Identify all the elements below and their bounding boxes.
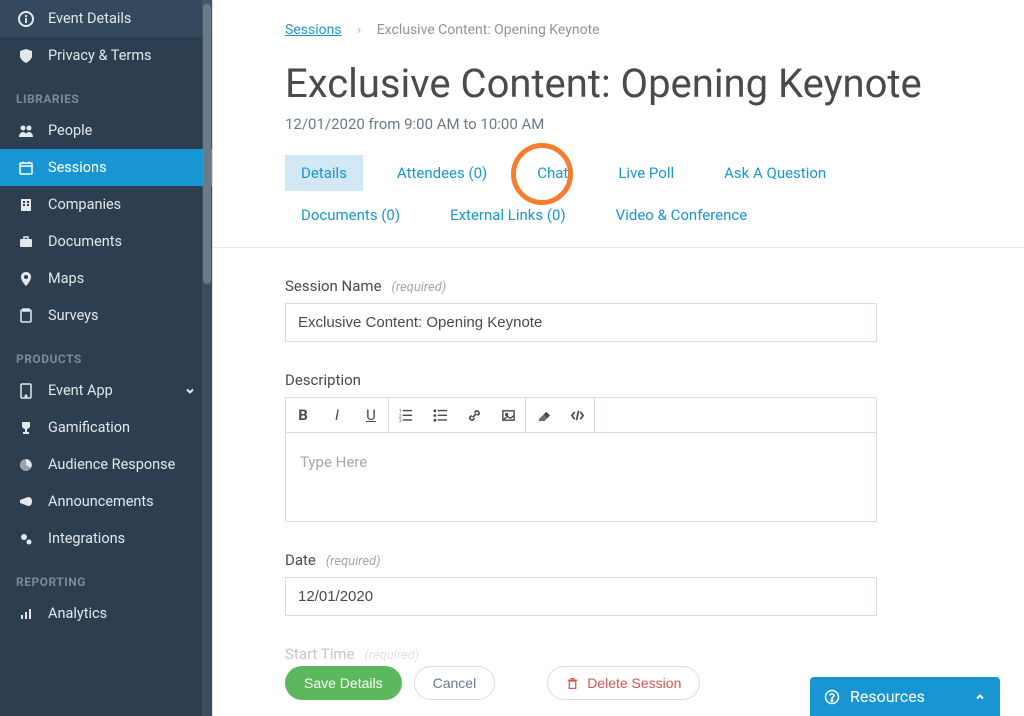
sidebar-item-surveys[interactable]: Surveys [0, 297, 212, 334]
breadcrumb-current: Exclusive Content: Opening Keynote [377, 22, 600, 38]
chart-icon [16, 606, 36, 622]
info-icon [16, 11, 36, 27]
resources-widget[interactable]: Resources [810, 677, 1000, 716]
description-label: Description [285, 371, 361, 389]
sidebar-item-label: Analytics [48, 605, 107, 622]
chevron-right-icon: › [357, 22, 361, 38]
sidebar-item-audience-response[interactable]: Audience Response [0, 446, 212, 483]
sidebar-item-label: Integrations [48, 530, 125, 547]
sidebar-item-label: Privacy & Terms [48, 47, 152, 64]
sidebar-item-label: People [48, 122, 92, 139]
resources-label: Resources [850, 687, 925, 706]
sidebar-header-libraries: LIBRARIES [0, 74, 212, 112]
pie-icon [16, 457, 36, 473]
sidebar-item-label: Companies [48, 196, 121, 213]
tab-external-links[interactable]: External Links (0) [434, 197, 582, 233]
sidebar-item-sessions[interactable]: Sessions [0, 149, 212, 186]
tab-video-conference[interactable]: Video & Conference [600, 197, 764, 233]
trophy-icon [16, 420, 36, 436]
tab-ask-question[interactable]: Ask A Question [708, 155, 842, 191]
code-icon[interactable] [560, 398, 594, 432]
link-icon[interactable] [457, 398, 491, 432]
sidebar-item-label: Gamification [48, 419, 130, 436]
delete-button[interactable]: Delete Session [547, 666, 700, 700]
sidebar-item-label: Event App [48, 382, 113, 399]
sidebar-item-label: Documents [48, 233, 122, 250]
eraser-icon[interactable] [526, 398, 560, 432]
pin-icon [16, 271, 36, 287]
svg-text:3: 3 [399, 418, 402, 423]
sidebar-item-announcements[interactable]: Announcements [0, 483, 212, 520]
delete-label: Delete Session [587, 675, 681, 691]
main-content: Sessions › Exclusive Content: Opening Ke… [212, 0, 1024, 716]
date-input[interactable] [285, 577, 877, 616]
calendar-icon [16, 160, 36, 176]
sidebar-item-integrations[interactable]: Integrations [0, 520, 212, 557]
sidebar-item-privacy-terms[interactable]: Privacy & Terms [0, 37, 212, 74]
sidebar-item-companies[interactable]: Companies [0, 186, 212, 223]
ordered-list-icon[interactable]: 123 [389, 398, 423, 432]
sidebar-item-label: Sessions [48, 159, 107, 176]
required-indicator: (required) [326, 554, 381, 569]
sidebar-item-label: Audience Response [48, 456, 175, 473]
breadcrumb: Sessions › Exclusive Content: Opening Ke… [213, 0, 1024, 50]
trash-icon [566, 677, 579, 690]
tablet-icon [16, 383, 36, 399]
breadcrumb-root[interactable]: Sessions [285, 22, 342, 38]
page-subtitle: 12/01/2020 from 9:00 AM to 10:00 AM [285, 115, 1024, 133]
bold-icon[interactable]: B [286, 398, 320, 432]
sidebar-item-gamification[interactable]: Gamification [0, 409, 212, 446]
italic-icon[interactable]: I [320, 398, 354, 432]
sidebar-item-label: Maps [48, 270, 84, 287]
unordered-list-icon[interactable] [423, 398, 457, 432]
sidebar-item-documents[interactable]: Documents [0, 223, 212, 260]
sidebar-header-reporting: REPORTING [0, 557, 212, 595]
rich-text-editor: B I U 123 [285, 397, 877, 522]
cancel-button[interactable]: Cancel [414, 666, 496, 700]
building-icon [16, 197, 36, 213]
underline-icon[interactable]: U [354, 398, 388, 432]
briefcase-icon [16, 234, 36, 250]
chevron-up-icon [974, 691, 986, 703]
tab-live-poll[interactable]: Live Poll [602, 155, 690, 191]
sidebar-item-analytics[interactable]: Analytics [0, 595, 212, 632]
required-indicator: (required) [392, 280, 447, 295]
sidebar-item-people[interactable]: People [0, 112, 212, 149]
save-button[interactable]: Save Details [285, 666, 402, 700]
gears-icon [16, 531, 36, 547]
page-title: Exclusive Content: Opening Keynote [285, 60, 1024, 107]
users-icon [16, 123, 36, 139]
description-input[interactable]: Type Here [286, 433, 876, 521]
tab-attendees[interactable]: Attendees (0) [381, 155, 503, 191]
date-label: Date [285, 551, 316, 569]
shield-icon [16, 48, 36, 64]
session-name-label: Session Name [285, 277, 382, 295]
question-circle-icon [824, 689, 840, 705]
sidebar-item-label: Surveys [48, 307, 99, 324]
tab-details[interactable]: Details [285, 155, 363, 191]
image-icon[interactable] [491, 398, 525, 432]
sidebar-scrollbar[interactable] [202, 0, 212, 716]
sidebar-item-event-details[interactable]: Event Details [0, 0, 212, 37]
bullhorn-icon [16, 494, 36, 510]
sidebar-item-label: Announcements [48, 493, 154, 510]
tab-chat[interactable]: Chat [521, 155, 584, 191]
clipboard-icon [16, 308, 36, 324]
sidebar: Event Details Privacy & Terms LIBRARIES … [0, 0, 212, 716]
chevron-down-icon [184, 385, 196, 397]
tab-documents[interactable]: Documents (0) [285, 197, 416, 233]
sidebar-item-maps[interactable]: Maps [0, 260, 212, 297]
editor-toolbar: B I U 123 [286, 398, 876, 433]
sidebar-item-label: Event Details [48, 10, 131, 27]
tabs: Details Attendees (0) Chat Live Poll Ask… [285, 155, 964, 233]
sidebar-item-event-app[interactable]: Event App [0, 372, 212, 409]
session-name-input[interactable] [285, 303, 877, 342]
sidebar-header-products: PRODUCTS [0, 334, 212, 372]
